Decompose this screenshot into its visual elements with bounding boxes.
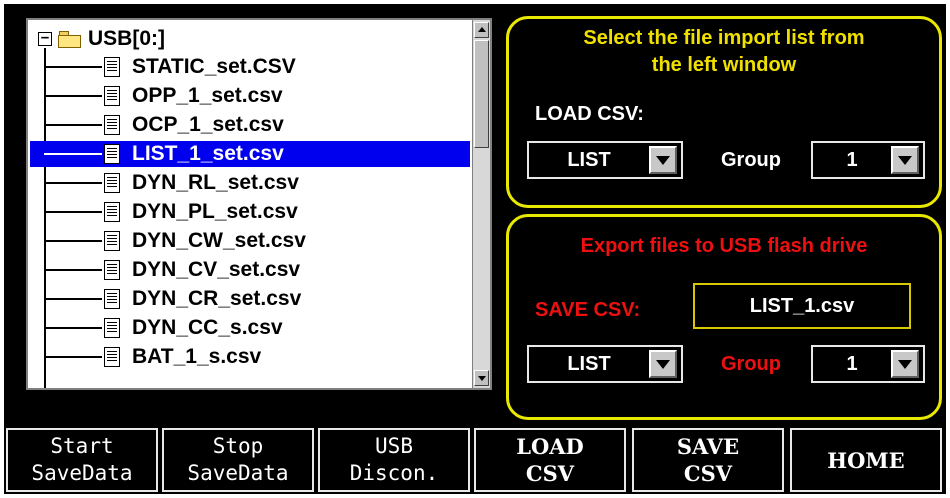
arrow-up-icon: [478, 27, 486, 32]
file-label: LIST_1_set.csv: [132, 142, 284, 165]
start-savedata-line2: SaveData: [31, 461, 133, 485]
file-row[interactable]: DYN_CR_set.csv: [30, 286, 470, 312]
usb-disconnect-line1: USB: [375, 434, 413, 458]
load-group-value: 1: [846, 148, 858, 171]
load-mode-value: LIST: [567, 148, 611, 171]
file-icon: [104, 260, 120, 280]
collapse-icon[interactable]: −: [38, 31, 52, 46]
load-csv-label: LOAD CSV:: [535, 103, 644, 125]
file-row[interactable]: DYN_RL_set.csv: [30, 170, 470, 196]
tree-branch-line: [44, 95, 102, 97]
tree-branch-line: [44, 327, 102, 329]
start-savedata-line1: Start: [50, 434, 114, 458]
file-row[interactable]: BAT_1_s.csv: [30, 344, 470, 370]
export-panel: Export files to USB flash drive SAVE CSV…: [506, 214, 942, 420]
file-row[interactable]: LIST_1_set.csv: [30, 141, 470, 167]
load-csv-button[interactable]: LOAD CSV: [474, 428, 626, 492]
load-group-dropdown[interactable]: 1: [811, 141, 925, 179]
file-icon: [104, 202, 120, 222]
save-group-dropdown[interactable]: 1: [811, 345, 925, 383]
file-row[interactable]: STATIC_set.CSV: [30, 54, 470, 80]
file-icon: [104, 231, 120, 251]
usb-disconnect-button[interactable]: USB Discon.: [318, 428, 470, 492]
dropdown-arrow-icon[interactable]: [891, 146, 919, 174]
stop-savedata-line1: Stop: [212, 434, 264, 458]
file-icon: [104, 144, 120, 164]
file-tree-panel[interactable]: − USB[0:] STATIC_set.CSV OPP_1_set.csv OCP…: [26, 18, 492, 390]
save-mode-value: LIST: [567, 352, 611, 375]
file-label: DYN_CR_set.csv: [132, 287, 302, 310]
folder-icon: [58, 30, 82, 48]
home-label: HOME: [827, 447, 905, 473]
export-title: Export files to USB flash drive: [580, 235, 868, 257]
file-label: OCP_1_set.csv: [132, 113, 284, 136]
save-csv-label: SAVE CSV:: [535, 299, 641, 321]
file-icon: [104, 347, 120, 367]
softkey-bar: Start SaveData Stop SaveData USB Discon.…: [6, 428, 944, 492]
file-label: DYN_RL_set.csv: [132, 171, 299, 194]
tree-root-label: USB[0:]: [88, 27, 165, 50]
file-label: DYN_PL_set.csv: [132, 200, 298, 223]
file-icon: [104, 86, 120, 106]
import-panel: Select the file import list from the lef…: [506, 16, 942, 208]
tree-branch-line: [44, 211, 102, 213]
tree-branch-line: [44, 356, 102, 358]
import-title-line1: Select the file import list from: [583, 27, 865, 49]
save-group-label: Group: [721, 353, 781, 375]
tree-branch-line: [44, 298, 102, 300]
tree-branch-line: [44, 182, 102, 184]
file-label: DYN_CC_s.csv: [132, 316, 283, 339]
file-label: OPP_1_set.csv: [132, 84, 283, 107]
import-instructions: Select the file import list from the lef…: [509, 25, 939, 79]
vertical-scrollbar[interactable]: [472, 20, 490, 388]
stop-savedata-button[interactable]: Stop SaveData: [162, 428, 314, 492]
file-icon: [104, 318, 120, 338]
load-group-label: Group: [721, 149, 781, 171]
home-button[interactable]: HOME: [790, 428, 942, 492]
save-csv-line2: CSV: [683, 461, 733, 486]
file-row[interactable]: OPP_1_set.csv: [30, 83, 470, 109]
save-group-value: 1: [846, 352, 858, 375]
tree-branch-line: [44, 240, 102, 242]
tree-branch-line: [44, 269, 102, 271]
file-label: BAT_1_s.csv: [132, 345, 262, 368]
file-row[interactable]: DYN_CC_s.csv: [30, 315, 470, 341]
import-title-line2: the left window: [651, 54, 797, 76]
stop-savedata-line2: SaveData: [187, 461, 289, 485]
instrument-screen: − USB[0:] STATIC_set.CSV OPP_1_set.csv OCP…: [4, 4, 946, 494]
scroll-thumb[interactable]: [474, 40, 489, 148]
tree-root-usb[interactable]: − USB[0:]: [38, 26, 165, 52]
file-label: DYN_CW_set.csv: [132, 229, 306, 252]
file-icon: [104, 115, 120, 135]
file-icon: [104, 173, 120, 193]
save-mode-dropdown[interactable]: LIST: [527, 345, 683, 383]
usb-disconnect-line2: Discon.: [349, 461, 439, 485]
tree-branch-line: [44, 66, 102, 68]
dropdown-arrow-icon[interactable]: [649, 350, 677, 378]
file-row[interactable]: DYN_CV_set.csv: [30, 257, 470, 283]
scroll-down-button[interactable]: [474, 370, 489, 386]
file-icon: [104, 57, 120, 77]
load-mode-dropdown[interactable]: LIST: [527, 141, 683, 179]
file-row[interactable]: OCP_1_set.csv: [30, 112, 470, 138]
file-row[interactable]: DYN_PL_set.csv: [30, 199, 470, 225]
save-csv-line1: SAVE: [676, 434, 740, 459]
export-filename-field[interactable]: LIST_1.csv: [693, 283, 911, 329]
file-row[interactable]: DYN_CW_set.csv: [30, 228, 470, 254]
save-csv-button[interactable]: SAVE CSV: [632, 428, 784, 492]
tree-branch-line: [44, 153, 102, 155]
start-savedata-button[interactable]: Start SaveData: [6, 428, 158, 492]
arrow-down-icon: [478, 376, 486, 381]
load-csv-line2: CSV: [525, 461, 575, 486]
tree-branch-line: [44, 124, 102, 126]
scroll-up-button[interactable]: [474, 22, 489, 38]
dropdown-arrow-icon[interactable]: [649, 146, 677, 174]
load-csv-line1: LOAD: [516, 434, 584, 459]
file-label: STATIC_set.CSV: [132, 55, 296, 78]
dropdown-arrow-icon[interactable]: [891, 350, 919, 378]
file-label: DYN_CV_set.csv: [132, 258, 301, 281]
file-icon: [104, 289, 120, 309]
